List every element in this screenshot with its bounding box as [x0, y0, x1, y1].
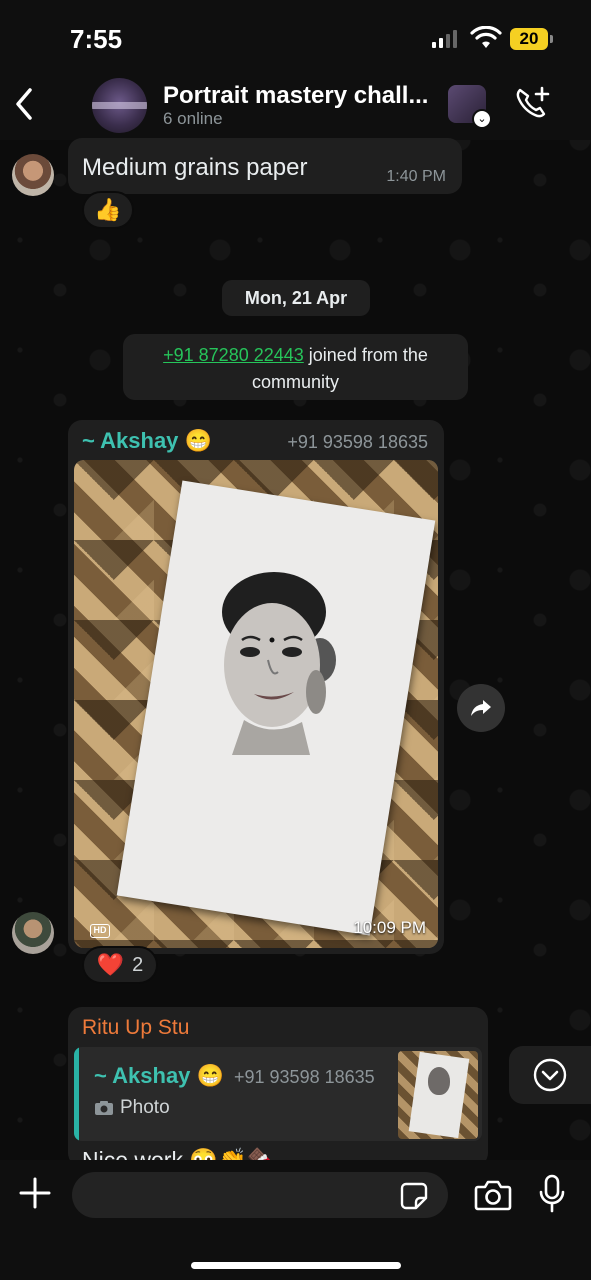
phone-link[interactable]: +91 87280 22443: [163, 345, 304, 365]
chat-title[interactable]: Portrait mastery chall...: [163, 82, 428, 110]
thumbs-up-icon: 👍: [94, 197, 122, 222]
sender-avatar[interactable]: [12, 154, 54, 196]
quoted-thumbnail: [398, 1051, 478, 1139]
community-icon[interactable]: ⌄: [448, 85, 492, 129]
add-call-icon[interactable]: [512, 84, 552, 124]
attach-plus-icon[interactable]: [18, 1176, 52, 1210]
quoted-phone: +91 93598 18635: [234, 1067, 375, 1087]
portrait-drawing: [222, 572, 336, 755]
signal-icon: [432, 30, 457, 48]
sender-avatar[interactable]: [12, 912, 54, 954]
sender-phone: +91 93598 18635: [287, 432, 428, 452]
message-bubble[interactable]: Medium grains paper 1:40 PM: [68, 138, 462, 194]
quoted-message[interactable]: ~ Akshay 😁 +91 93598 18635 Photo: [74, 1047, 482, 1141]
quoted-type: Photo: [120, 1097, 170, 1118]
message-input[interactable]: [72, 1172, 448, 1218]
hd-badge: HD: [90, 924, 110, 938]
quoted-sender: ~ Akshay 😁: [94, 1063, 224, 1088]
message-text: Medium grains paper: [82, 154, 308, 181]
photo-message[interactable]: ~ Akshay 😁 +91 93598 18635 HD 10:09 PM: [68, 420, 444, 954]
message-time: 1:40 PM: [386, 168, 446, 185]
camera-icon: [95, 1101, 113, 1115]
group-avatar[interactable]: [92, 78, 147, 133]
photo-attachment[interactable]: HD 10:09 PM: [74, 460, 438, 948]
home-indicator[interactable]: [191, 1262, 401, 1269]
message-time: 10:09 PM: [353, 918, 426, 937]
reaction-badge[interactable]: 👍: [82, 191, 134, 229]
wifi-icon: [470, 26, 502, 48]
camera-icon[interactable]: [474, 1178, 512, 1212]
system-message: +91 87280 22443 joined from the communit…: [123, 334, 468, 400]
sender-name[interactable]: ~ Akshay 😁: [82, 428, 212, 454]
back-button[interactable]: [10, 86, 40, 122]
sender-name[interactable]: Ritu Up Stu: [82, 1016, 189, 1040]
battery-icon: 20: [510, 28, 553, 50]
composer-bar: [0, 1160, 591, 1280]
scroll-to-bottom-button[interactable]: [509, 1046, 591, 1104]
quoted-type-row: Photo: [94, 1097, 170, 1119]
forward-icon: [471, 700, 491, 716]
forward-button[interactable]: [457, 684, 505, 732]
status-bar: 7:55 20: [0, 0, 591, 80]
reply-message[interactable]: Ritu Up Stu ~ Akshay 😁 +91 93598 18635 P…: [68, 1007, 488, 1173]
sticker-icon[interactable]: [400, 1182, 428, 1210]
chat-header: Portrait mastery chall... 6 online ⌄: [0, 70, 591, 140]
microphone-icon[interactable]: [539, 1174, 565, 1214]
chevron-down-icon: ⌄: [472, 109, 492, 129]
chat-subtitle: 6 online: [163, 109, 223, 128]
date-separator: Mon, 21 Apr: [222, 280, 370, 316]
reaction-badge[interactable]: ❤️ 2: [82, 946, 158, 984]
heart-icon: ❤️: [96, 952, 125, 977]
reaction-count: 2: [132, 953, 144, 976]
status-time: 7:55: [70, 24, 123, 54]
chevron-down-icon: [533, 1058, 567, 1092]
